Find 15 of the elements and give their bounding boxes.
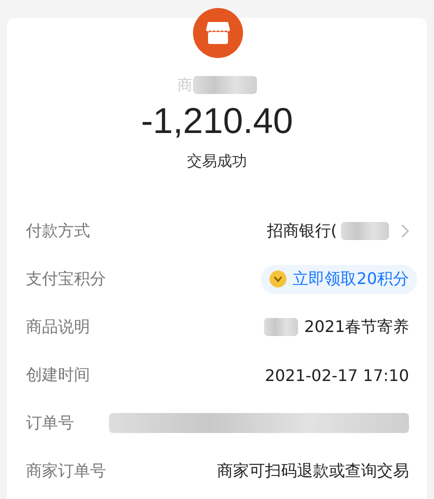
amount: -1,210.40	[140, 100, 294, 142]
coin-icon	[268, 270, 287, 288]
field-label: 商品说明	[26, 316, 90, 338]
field-value: 商家可扫码退款或查询交易	[217, 460, 409, 482]
chevron-right-icon[interactable]	[401, 224, 409, 238]
field-label: 支付宝积分	[26, 268, 106, 290]
claim-points-button[interactable]: 立即领取20积分	[260, 264, 417, 294]
field-label: 订单号	[26, 412, 74, 434]
field-value: 2021春节寄养	[304, 316, 409, 338]
field-label: 商家订单号	[26, 460, 106, 482]
field-label: 创建时间	[26, 364, 90, 386]
field-value: 2021-02-17 17:10	[264, 366, 409, 384]
field-label: 付款方式	[26, 220, 90, 242]
payment-method[interactable]: 招商银行(	[266, 220, 337, 242]
status-text: 交易成功	[186, 152, 248, 171]
